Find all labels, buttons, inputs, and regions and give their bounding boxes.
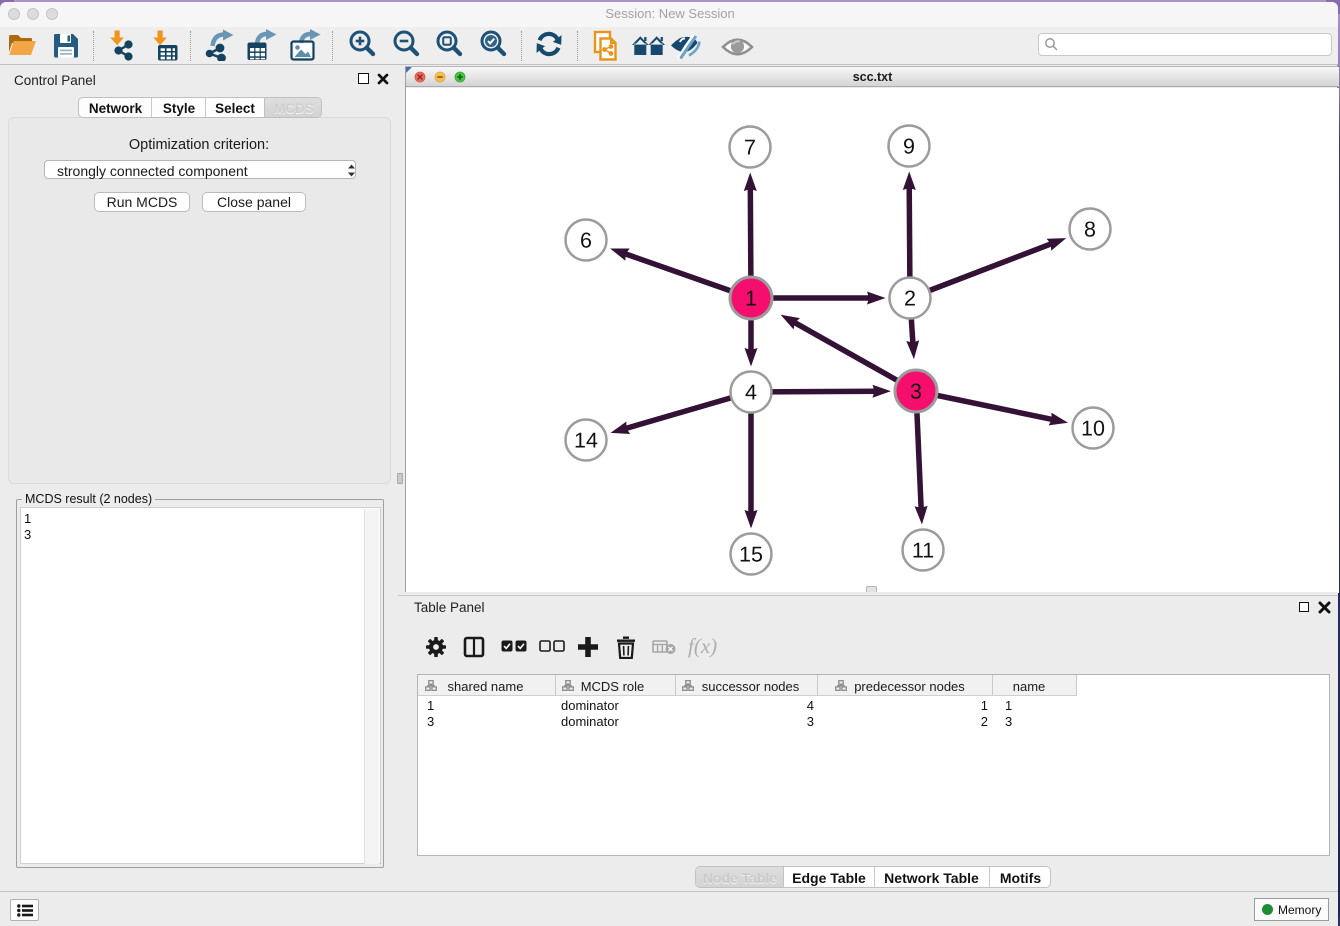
svg-text:11: 11 [912, 539, 934, 563]
svg-text:6: 6 [580, 229, 592, 253]
svg-text:8: 8 [1084, 218, 1096, 242]
svg-text:4: 4 [745, 381, 757, 405]
svg-text:1: 1 [745, 287, 757, 311]
svg-text:9: 9 [903, 135, 915, 159]
svg-text:15: 15 [739, 543, 763, 567]
svg-text:14: 14 [574, 429, 598, 453]
svg-text:10: 10 [1081, 417, 1105, 441]
svg-text:2: 2 [904, 287, 916, 311]
svg-text:3: 3 [910, 380, 922, 404]
svg-text:7: 7 [744, 136, 756, 160]
